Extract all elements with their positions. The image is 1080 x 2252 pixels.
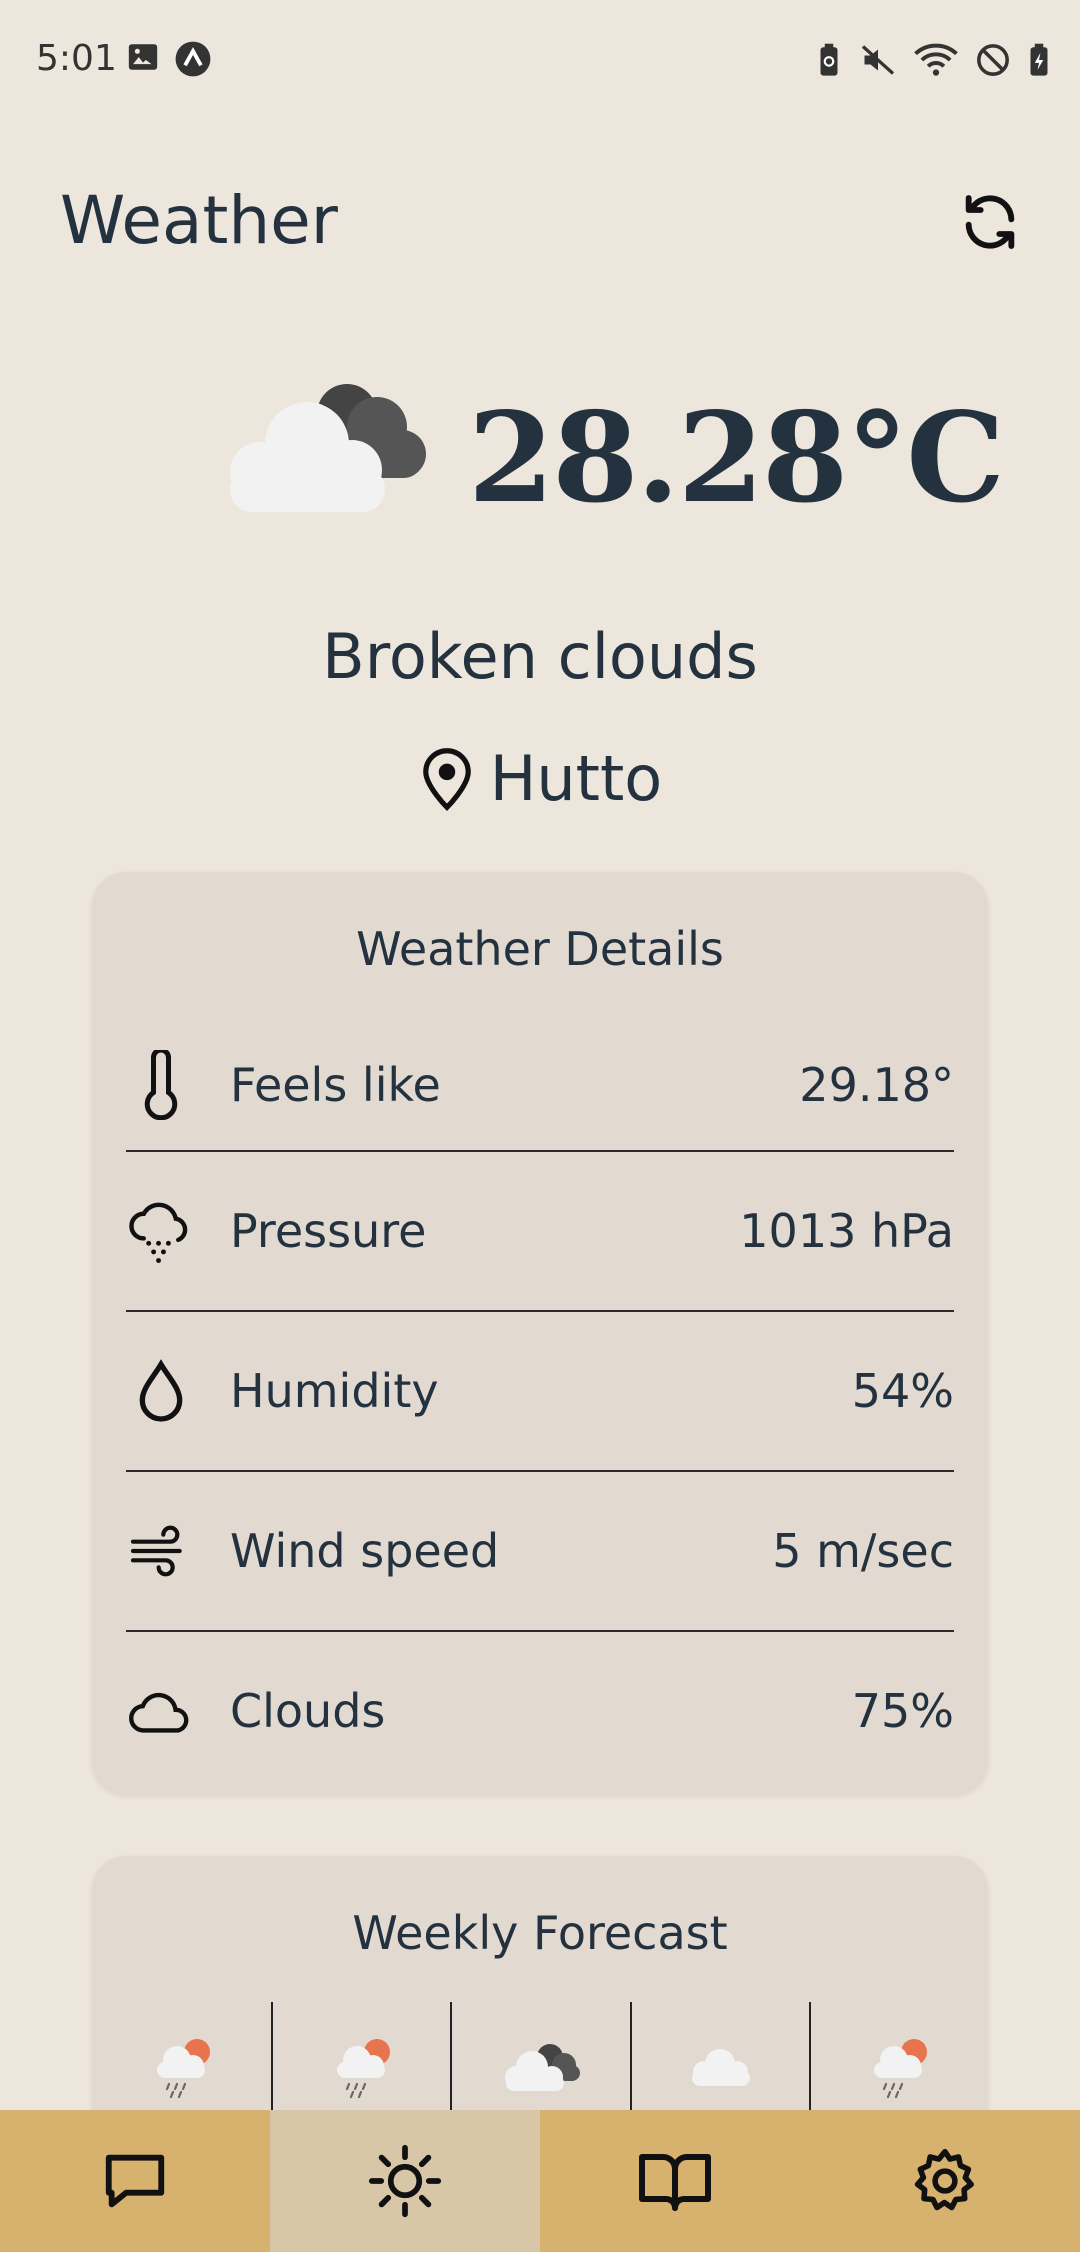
app-badge-icon bbox=[174, 40, 212, 82]
detail-label: Clouds bbox=[230, 1684, 386, 1738]
detail-row-wind-speed: Wind speed 5 m/sec bbox=[126, 1470, 954, 1630]
weekly-forecast-title: Weekly Forecast bbox=[352, 1906, 728, 1960]
dark-clouds-icon bbox=[504, 2044, 580, 2091]
location: Hutto bbox=[0, 742, 1080, 815]
page-title: Weather bbox=[60, 182, 338, 259]
nav-book[interactable] bbox=[540, 2110, 810, 2252]
refresh-button[interactable] bbox=[954, 186, 1026, 258]
cloud-drizzle-icon bbox=[126, 1196, 196, 1266]
current-weather: 28.28°C bbox=[0, 370, 1080, 531]
status-right-icons bbox=[816, 42, 1050, 82]
detail-label: Wind speed bbox=[230, 1524, 500, 1578]
location-name: Hutto bbox=[489, 742, 663, 815]
thermometer-icon bbox=[126, 1050, 196, 1120]
cloud-icon bbox=[126, 1676, 196, 1746]
wind-icon bbox=[126, 1516, 196, 1586]
image-icon bbox=[126, 40, 160, 82]
sun-rain-icon bbox=[156, 2039, 210, 2099]
detail-row-feels-like: Feels like 29.18° bbox=[126, 1020, 954, 1150]
detail-label: Pressure bbox=[230, 1204, 427, 1258]
detail-value: 1013 hPa bbox=[739, 1204, 954, 1258]
dnd-icon bbox=[976, 43, 1010, 81]
bottom-navigation bbox=[0, 2110, 1080, 2252]
broken-clouds-icon bbox=[230, 384, 426, 512]
sun-icon bbox=[368, 2144, 442, 2218]
status-time: 5:01 bbox=[36, 38, 117, 79]
weather-condition: Broken clouds bbox=[322, 620, 758, 693]
nav-chat[interactable] bbox=[0, 2110, 270, 2252]
detail-label: Feels like bbox=[230, 1058, 441, 1112]
nav-weather[interactable] bbox=[270, 2110, 540, 2252]
detail-row-humidity: Humidity 54% bbox=[126, 1310, 954, 1470]
weather-details-card: Weather Details Feels like 29.18° Pressu… bbox=[92, 872, 988, 1794]
weather-screen: 5:01 Weather 28.28°C Broken clouds Hutto… bbox=[0, 0, 1080, 2252]
detail-row-pressure: Pressure 1013 hPa bbox=[126, 1150, 954, 1310]
droplet-icon bbox=[126, 1356, 196, 1426]
mute-icon bbox=[860, 42, 896, 82]
detail-value: 29.18° bbox=[799, 1058, 954, 1112]
chat-icon bbox=[105, 2154, 165, 2208]
cloud-icon bbox=[692, 2049, 751, 2086]
nav-settings[interactable] bbox=[810, 2110, 1080, 2252]
status-left-icons bbox=[126, 40, 212, 82]
refresh-icon bbox=[965, 195, 1015, 249]
battery-charging-icon bbox=[1028, 43, 1050, 81]
map-pin-icon bbox=[422, 747, 471, 811]
wifi-icon bbox=[914, 42, 958, 82]
sun-rain-icon bbox=[336, 2039, 390, 2099]
temperature: 28.28°C bbox=[468, 386, 1005, 531]
status-bar: 5:01 bbox=[0, 0, 1080, 120]
weather-details-title: Weather Details bbox=[356, 922, 724, 976]
book-icon bbox=[639, 2154, 711, 2211]
detail-label: Humidity bbox=[230, 1364, 439, 1418]
battery-saver-icon bbox=[816, 43, 842, 81]
detail-value: 75% bbox=[851, 1684, 954, 1738]
detail-row-clouds: Clouds 75% bbox=[126, 1630, 954, 1790]
sun-rain-icon bbox=[874, 2039, 928, 2099]
detail-value: 54% bbox=[851, 1364, 954, 1418]
settings-icon bbox=[914, 2148, 974, 2211]
detail-value: 5 m/sec bbox=[772, 1524, 954, 1578]
